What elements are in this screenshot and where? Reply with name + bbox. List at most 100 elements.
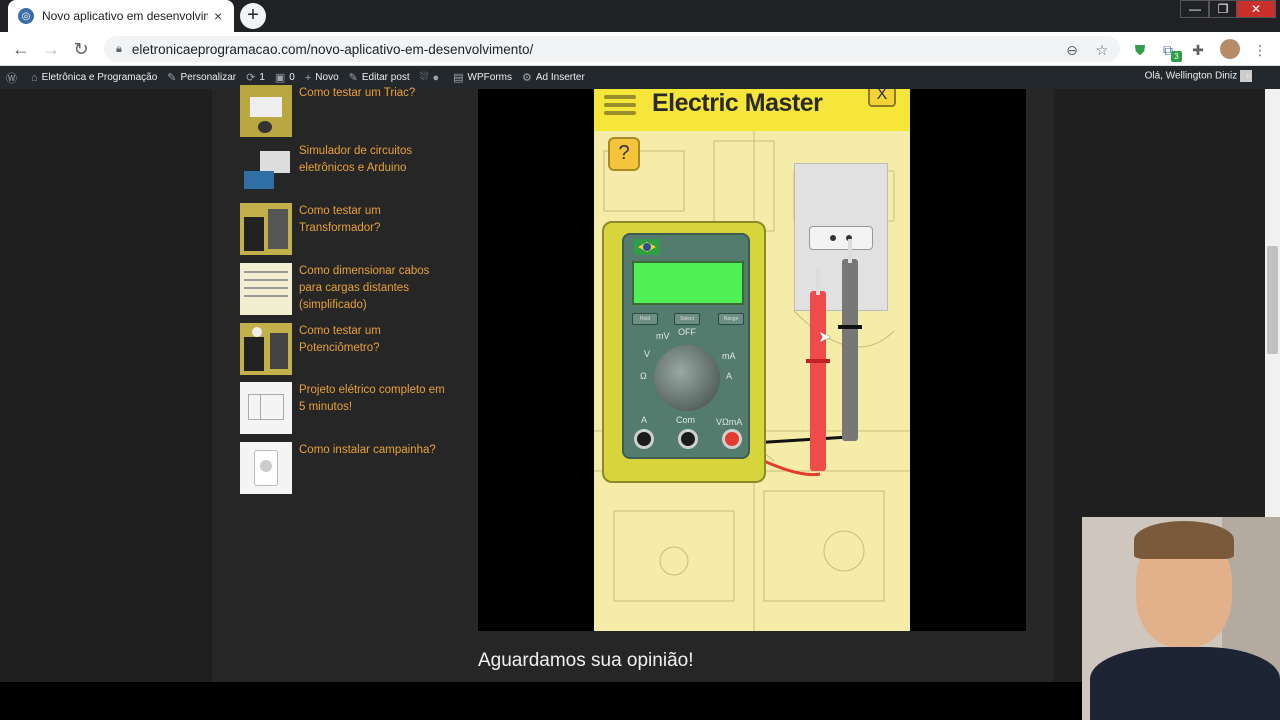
dial-label-mv: mV bbox=[656, 331, 670, 341]
brazil-flag-icon bbox=[634, 239, 660, 255]
site-favicon-icon: ◎ bbox=[18, 8, 34, 24]
app-screen[interactable]: Electric Master X ? Hold Select Range OF… bbox=[594, 89, 910, 631]
wp-plugin-link[interactable]: ⛆ ● bbox=[420, 71, 443, 84]
wp-ad-inserter-link[interactable]: ⚙ Ad Inserter bbox=[522, 71, 585, 84]
sidebar-post-campainha[interactable]: Como instalar campainha? bbox=[240, 442, 460, 494]
dial-label-off: OFF bbox=[678, 327, 696, 337]
profile-avatar[interactable] bbox=[1220, 39, 1240, 59]
sidebar-post-simulador[interactable]: Simulador de circuitos eletrônicos e Ard… bbox=[240, 143, 460, 195]
scrollbar-thumb[interactable] bbox=[1267, 246, 1278, 354]
black-probe-tip bbox=[848, 239, 852, 263]
post-title[interactable]: Como testar um Triac? bbox=[299, 85, 449, 137]
address-bar[interactable]: 🔒︎ eletronicaeprogramacao.com/novo-aplic… bbox=[104, 36, 1120, 62]
maximize-button[interactable]: ❐ bbox=[1208, 0, 1238, 18]
minimize-button[interactable]: — bbox=[1180, 0, 1210, 18]
bookmark-star-icon[interactable]: ☆ bbox=[1092, 40, 1112, 60]
multimeter-display bbox=[632, 261, 744, 305]
wp-ad-inserter-label: Ad Inserter bbox=[535, 72, 585, 83]
plugin-icon: ⛆ bbox=[419, 71, 429, 83]
wp-updates-count: 1 bbox=[259, 72, 265, 83]
comment-icon: ▣ bbox=[274, 72, 286, 84]
dial-label-v: V bbox=[644, 349, 651, 359]
wp-customize-link[interactable]: ✎ Personalizar bbox=[167, 71, 236, 84]
wp-edit-post-link[interactable]: ✎ Editar post bbox=[349, 71, 410, 84]
updates-icon: ⟳ bbox=[246, 72, 256, 84]
pencil-icon: ✎ bbox=[348, 72, 358, 84]
sidebar-post-potenciometro[interactable]: Como testar um Potenciômetro? bbox=[240, 323, 460, 375]
select-button[interactable]: Select bbox=[674, 313, 700, 325]
brush-icon: ✎ bbox=[167, 72, 177, 84]
forward-icon[interactable]: → bbox=[40, 38, 62, 60]
sidebar-post-projeto[interactable]: Projeto elétrico completo em 5 minutos! bbox=[240, 382, 460, 434]
tab-title: Novo aplicativo em desenvolvime bbox=[42, 9, 208, 23]
rotary-selector-knob[interactable] bbox=[654, 345, 720, 411]
post-thumbnail[interactable] bbox=[240, 323, 292, 375]
wp-site-link[interactable]: ⌂ Eletrônica e Programação bbox=[31, 72, 157, 84]
black-probe-guard bbox=[838, 325, 862, 329]
post-title[interactable]: Como testar um Potenciômetro? bbox=[299, 323, 449, 375]
post-thumbnail[interactable] bbox=[240, 143, 292, 195]
wp-wpforms-label: WPForms bbox=[467, 72, 512, 83]
post-title[interactable]: Simulador de circuitos eletrônicos e Ard… bbox=[299, 143, 449, 195]
wp-wpforms-link[interactable]: ▤ WPForms bbox=[453, 71, 512, 84]
shield-extension-icon[interactable]: ⛊ bbox=[1130, 40, 1150, 60]
menu-dots-icon[interactable]: ⋮ bbox=[1250, 40, 1270, 60]
puzzle-extensions-icon[interactable]: ✚ bbox=[1188, 40, 1208, 60]
webcam-overlay bbox=[1082, 517, 1280, 720]
post-thumbnail[interactable] bbox=[240, 203, 292, 255]
wp-new-label: Novo bbox=[315, 72, 339, 83]
person-hair bbox=[1134, 521, 1234, 559]
post-title[interactable]: Como instalar campainha? bbox=[299, 442, 449, 494]
extension-badge: 3 bbox=[1171, 51, 1182, 62]
post-thumbnail[interactable] bbox=[240, 382, 292, 434]
wp-greeting: Olá, Wellington Diniz bbox=[1144, 70, 1238, 82]
jack-com[interactable] bbox=[678, 429, 698, 449]
red-probe-tip bbox=[816, 267, 820, 295]
dial-label-a: A bbox=[726, 371, 733, 381]
hold-button[interactable]: Hold bbox=[632, 313, 658, 325]
post-thumbnail[interactable] bbox=[240, 263, 292, 315]
range-button[interactable]: Range bbox=[718, 313, 744, 325]
gear-icon: ⚙ bbox=[522, 72, 532, 84]
multimeter[interactable]: Hold Select Range OFF mV V Ω mA A A Com … bbox=[602, 221, 766, 483]
dial-label-ohm: Ω bbox=[640, 371, 647, 381]
sidebar-post-cabos[interactable]: Como dimensionar cabos para cargas dista… bbox=[240, 263, 460, 315]
jack-a[interactable] bbox=[634, 429, 654, 449]
zoom-icon[interactable]: ⊖ bbox=[1062, 40, 1082, 60]
jack-vohm[interactable] bbox=[722, 429, 742, 449]
close-window-button[interactable]: ✕ bbox=[1236, 0, 1276, 18]
person-shirt bbox=[1090, 647, 1280, 720]
browser-tab[interactable]: ◎ Novo aplicativo em desenvolvime × bbox=[8, 0, 234, 32]
post-thumbnail[interactable] bbox=[240, 85, 292, 137]
multimeter-body: Hold Select Range OFF mV V Ω mA A A Com … bbox=[622, 233, 750, 459]
sidebar-post-transformador[interactable]: Como testar um Transformador? bbox=[240, 203, 460, 255]
wp-admin-bar: Ⓦ ⌂ Eletrônica e Programação ✎ Personaliza… bbox=[0, 66, 1280, 89]
post-thumbnail[interactable] bbox=[240, 442, 292, 494]
status-dot-icon: ● bbox=[432, 71, 440, 84]
video-caption: Aguardamos sua opinião! bbox=[478, 650, 694, 671]
browser-toolbar: ← → ↻ 🔒︎ eletronicaeprogramacao.com/novo… bbox=[0, 32, 1280, 66]
wp-account-link[interactable]: Olá, Wellington Diniz bbox=[1145, 70, 1252, 82]
post-title[interactable]: Projeto elétrico completo em 5 minutos! bbox=[299, 382, 449, 434]
wp-comments-count: 0 bbox=[289, 72, 295, 83]
post-title[interactable]: Como testar um Transformador? bbox=[299, 203, 449, 255]
jack-label-com: Com bbox=[676, 415, 696, 425]
dial-label-ma: mA bbox=[722, 351, 736, 361]
red-probe[interactable] bbox=[810, 291, 826, 471]
wp-updates-link[interactable]: ⟳ 1 bbox=[246, 71, 265, 84]
wp-comments-link[interactable]: ▣ 0 bbox=[275, 71, 295, 84]
black-probe[interactable] bbox=[842, 259, 858, 441]
back-icon[interactable]: ← bbox=[10, 38, 32, 60]
sidebar-post-triac[interactable]: Como testar um Triac? bbox=[240, 85, 460, 137]
mouse-cursor-icon: ➤ bbox=[818, 329, 832, 346]
wp-edit-post-label: Editar post bbox=[361, 72, 410, 83]
wp-new-link[interactable]: + Novo bbox=[305, 72, 339, 84]
new-tab-button[interactable]: + bbox=[240, 3, 266, 29]
post-title[interactable]: Como dimensionar cabos para cargas dista… bbox=[299, 263, 449, 315]
wordpress-icon[interactable]: Ⓦ bbox=[6, 70, 17, 86]
plus-icon: + bbox=[304, 71, 312, 84]
dashboard-icon: ⌂ bbox=[31, 71, 38, 84]
reload-icon[interactable]: ↻ bbox=[70, 38, 92, 60]
tab-close-icon[interactable]: × bbox=[214, 8, 222, 24]
wp-search-icon[interactable]: ⌕ bbox=[1246, 70, 1252, 83]
